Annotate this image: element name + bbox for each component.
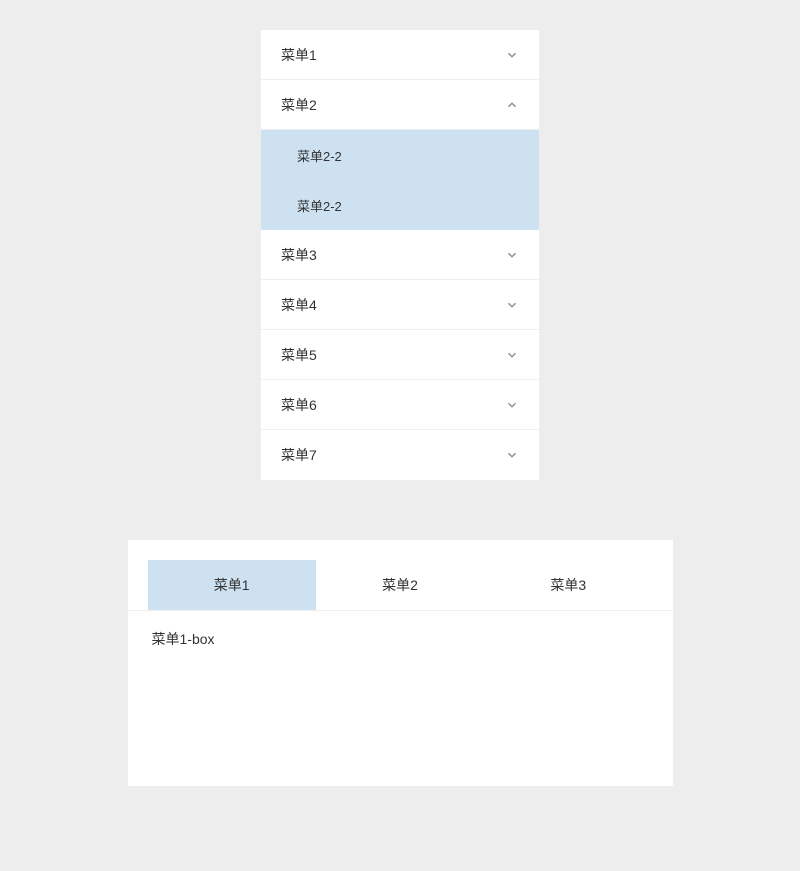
accordion-header-5[interactable]: 菜单5 bbox=[261, 330, 539, 380]
tab-label: 菜单3 bbox=[550, 575, 586, 595]
chevron-down-icon bbox=[505, 248, 519, 262]
accordion-item-7: 菜单7 bbox=[261, 430, 539, 480]
accordion-item-3: 菜单3 bbox=[261, 230, 539, 280]
tab-1[interactable]: 菜单1 bbox=[148, 560, 316, 610]
accordion-label: 菜单2 bbox=[281, 95, 317, 115]
chevron-down-icon bbox=[505, 348, 519, 362]
accordion-item-2: 菜单2 菜单2-2 菜单2-2 bbox=[261, 80, 539, 230]
tab-bar: 菜单1 菜单2 菜单3 bbox=[128, 560, 673, 611]
tab-label: 菜单1 bbox=[214, 575, 250, 595]
accordion-label: 菜单1 bbox=[281, 45, 317, 65]
tab-container: 菜单1 菜单2 菜单3 菜单1-box bbox=[128, 540, 673, 786]
accordion-label: 菜单3 bbox=[281, 245, 317, 265]
accordion-header-3[interactable]: 菜单3 bbox=[261, 230, 539, 280]
accordion-item-4: 菜单4 bbox=[261, 280, 539, 330]
accordion-header-2[interactable]: 菜单2 bbox=[261, 80, 539, 130]
submenu-item[interactable]: 菜单2-2 bbox=[261, 180, 539, 230]
chevron-down-icon bbox=[505, 48, 519, 62]
accordion-label: 菜单5 bbox=[281, 345, 317, 365]
accordion-label: 菜单7 bbox=[281, 445, 317, 465]
accordion-header-1[interactable]: 菜单1 bbox=[261, 30, 539, 80]
chevron-down-icon bbox=[505, 398, 519, 412]
tab-label: 菜单2 bbox=[382, 575, 418, 595]
accordion-item-6: 菜单6 bbox=[261, 380, 539, 430]
accordion-item-1: 菜单1 bbox=[261, 30, 539, 80]
tab-panel-text: 菜单1-box bbox=[152, 631, 215, 647]
submenu-item[interactable]: 菜单2-2 bbox=[261, 130, 539, 180]
tab-3[interactable]: 菜单3 bbox=[484, 560, 652, 610]
accordion-label: 菜单6 bbox=[281, 395, 317, 415]
accordion-label: 菜单4 bbox=[281, 295, 317, 315]
accordion-header-6[interactable]: 菜单6 bbox=[261, 380, 539, 430]
chevron-down-icon bbox=[505, 448, 519, 462]
accordion-header-7[interactable]: 菜单7 bbox=[261, 430, 539, 480]
submenu-label: 菜单2-2 bbox=[297, 196, 342, 215]
tab-panel: 菜单1-box bbox=[128, 611, 673, 786]
submenu-label: 菜单2-2 bbox=[297, 146, 342, 165]
accordion-submenu-2: 菜单2-2 菜单2-2 bbox=[261, 130, 539, 230]
chevron-down-icon bbox=[505, 298, 519, 312]
chevron-up-icon bbox=[505, 98, 519, 112]
accordion-item-5: 菜单5 bbox=[261, 330, 539, 380]
accordion-menu: 菜单1 菜单2 菜单2-2 菜单2-2 菜单3 菜单4 菜单5 bbox=[261, 30, 539, 480]
tab-2[interactable]: 菜单2 bbox=[316, 560, 484, 610]
accordion-header-4[interactable]: 菜单4 bbox=[261, 280, 539, 330]
